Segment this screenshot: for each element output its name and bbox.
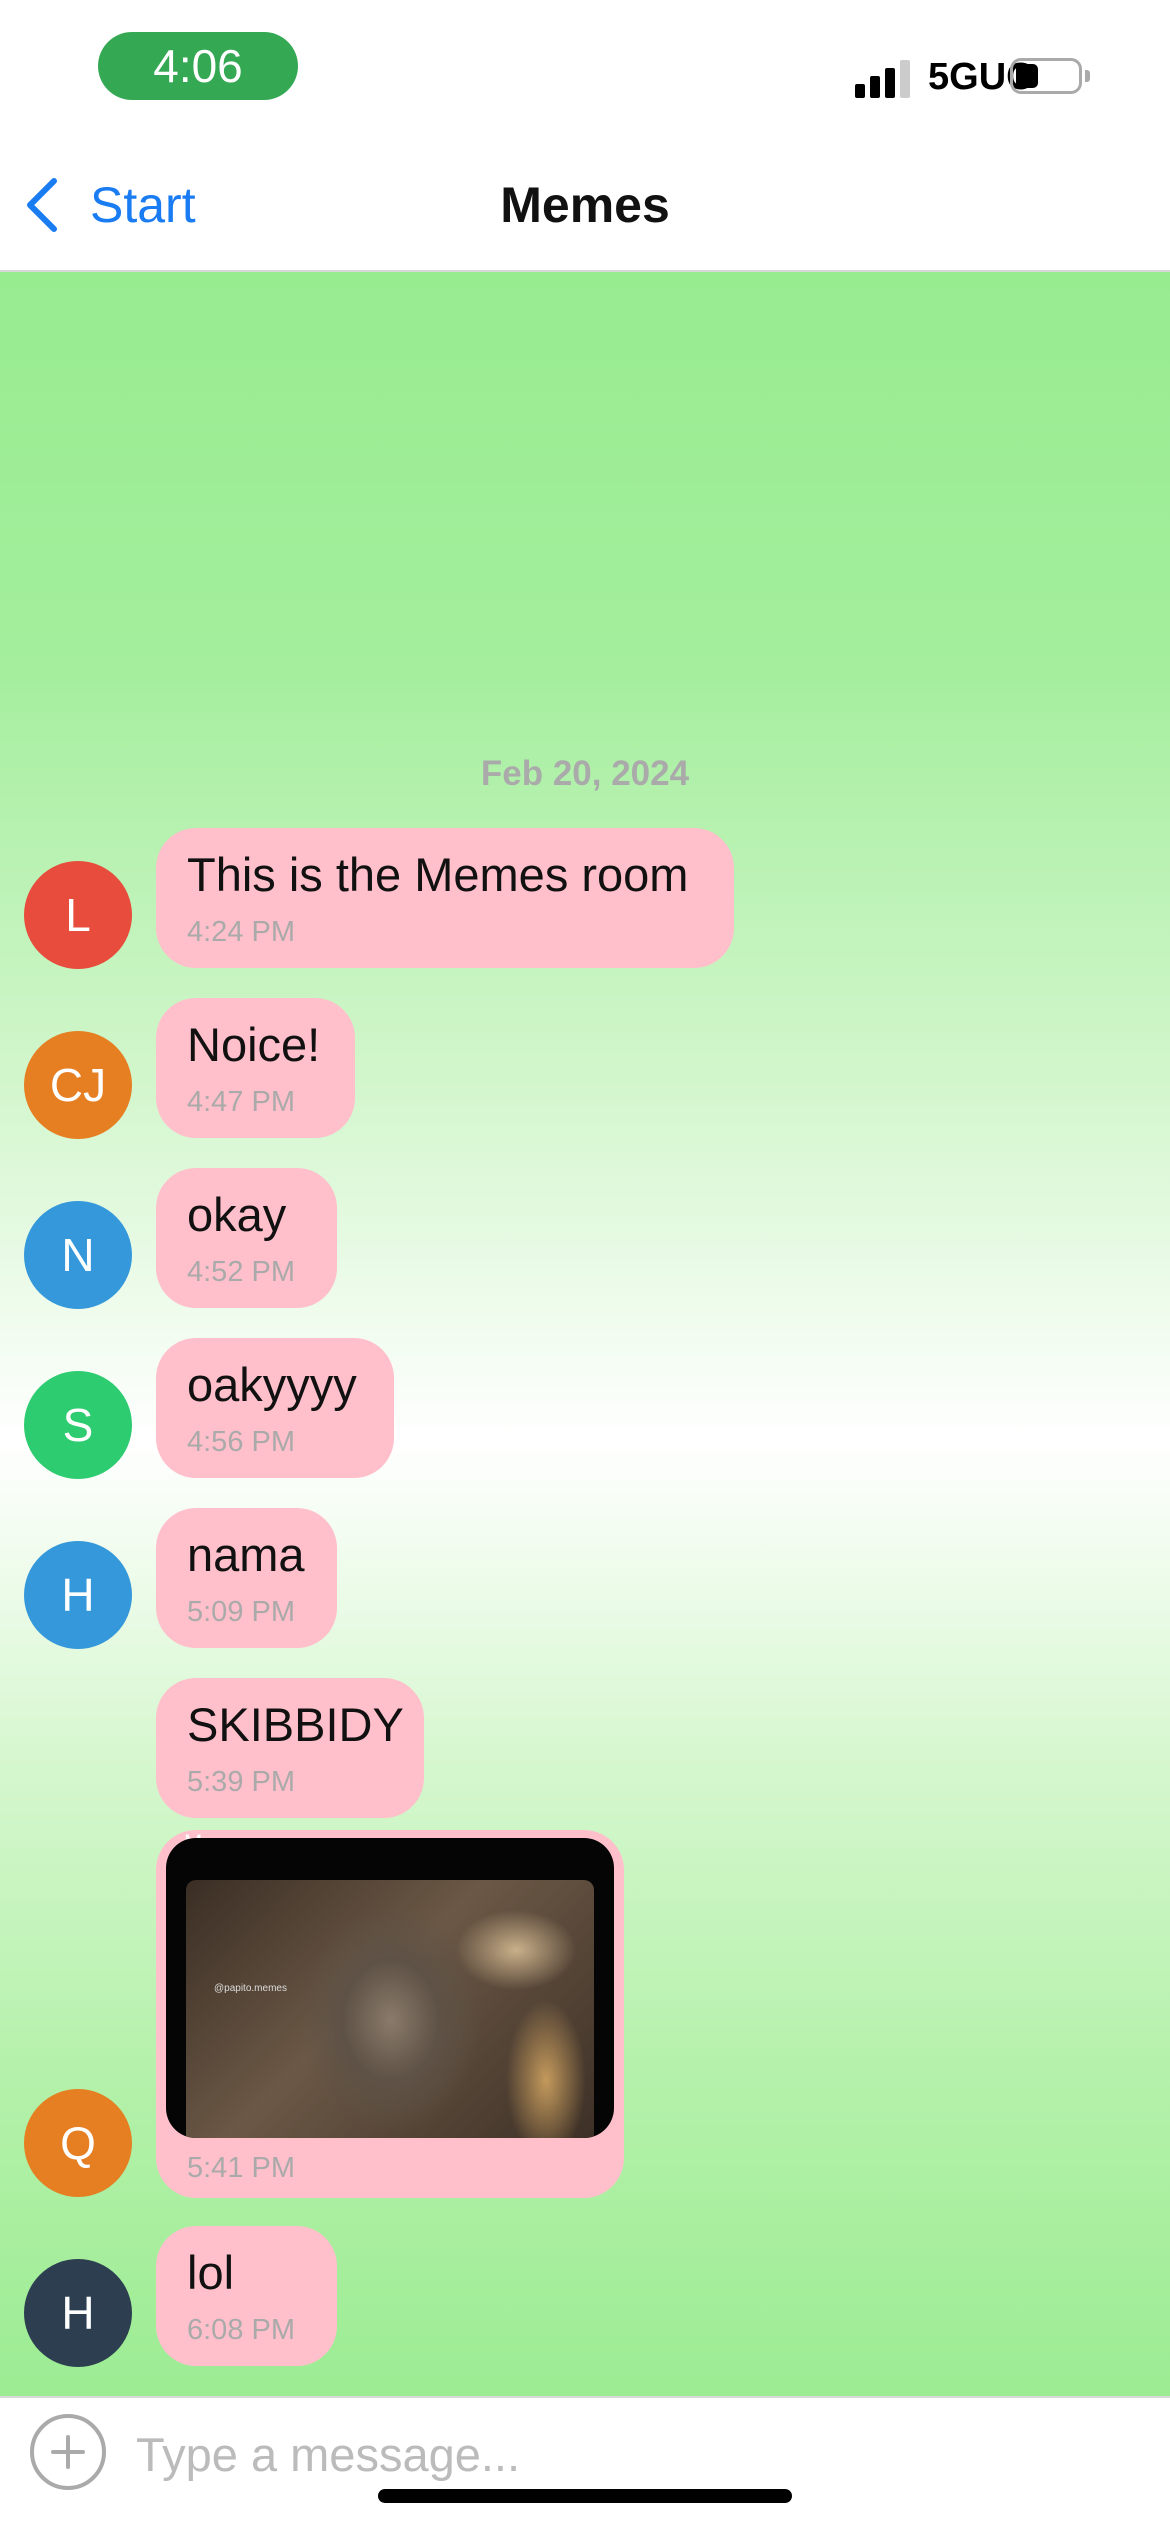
back-button-label: Start — [90, 177, 196, 233]
navigation-bar: Start Memes — [0, 140, 1170, 272]
message-text: okay — [187, 1188, 287, 1241]
message-time: 4:56 PM — [187, 1426, 295, 1458]
meme-image[interactable]: @papito.memes — [166, 1838, 614, 2138]
message-time: 4:47 PM — [187, 1086, 295, 1118]
message-bubble[interactable]: SKIBBIDY 5:39 PM — [156, 1678, 424, 1818]
message-time: 5:39 PM — [187, 1766, 295, 1798]
back-button[interactable]: Start — [22, 170, 196, 240]
meme-photo — [186, 1880, 594, 2138]
message-time: 5:09 PM — [187, 1596, 295, 1628]
message-time: 5:41 PM — [187, 2152, 295, 2184]
message-time: 4:24 PM — [187, 916, 295, 948]
message-bubble[interactable]: okay 4:52 PM — [156, 1168, 337, 1308]
battery-icon — [1010, 58, 1090, 96]
message-text: Noice! — [187, 1018, 321, 1071]
avatar[interactable]: CJ — [24, 1031, 132, 1139]
avatar[interactable]: S — [24, 1371, 132, 1479]
message-input-bar — [0, 2396, 1170, 2532]
avatar[interactable]: Q — [24, 2089, 132, 2197]
avatar[interactable]: H — [24, 1541, 132, 1649]
date-divider: Feb 20, 2024 — [480, 754, 690, 793]
avatar[interactable]: H — [24, 2259, 132, 2367]
message-text: SKIBBIDY — [187, 1698, 404, 1751]
message-input[interactable] — [136, 2416, 1116, 2492]
chat-message-list[interactable]: Feb 20, 2024 L This is the Memes room 4:… — [0, 272, 1170, 2396]
add-attachment-button[interactable] — [30, 2414, 106, 2490]
avatar[interactable]: L — [24, 861, 132, 969]
message-text: This is the Memes room — [187, 848, 689, 901]
message-text: oakyyyy — [187, 1358, 357, 1411]
message-time: 6:08 PM — [187, 2314, 295, 2346]
image-watermark: @papito.memes — [214, 1983, 287, 1994]
status-time: 4:06 — [98, 32, 298, 100]
message-bubble[interactable]: lol 6:08 PM — [156, 2226, 337, 2366]
image-message-bubble[interactable]: Me: @papito.memes 5:41 PM — [156, 1830, 624, 2198]
chevron-left-icon — [27, 178, 57, 232]
message-bubble[interactable]: nama 5:09 PM — [156, 1508, 337, 1648]
status-bar: 4:06 5GUC — [0, 0, 1170, 140]
message-text: nama — [187, 1528, 305, 1581]
avatar[interactable]: N — [24, 1201, 132, 1309]
message-bubble[interactable]: This is the Memes room 4:24 PM — [156, 828, 734, 968]
message-time: 4:52 PM — [187, 1256, 295, 1288]
message-text: lol — [187, 2246, 235, 2299]
message-bubble[interactable]: Noice! 4:47 PM — [156, 998, 355, 1138]
message-bubble[interactable]: oakyyyy 4:56 PM — [156, 1338, 394, 1478]
home-indicator[interactable] — [378, 2489, 792, 2503]
cellular-signal-icon — [855, 58, 915, 98]
